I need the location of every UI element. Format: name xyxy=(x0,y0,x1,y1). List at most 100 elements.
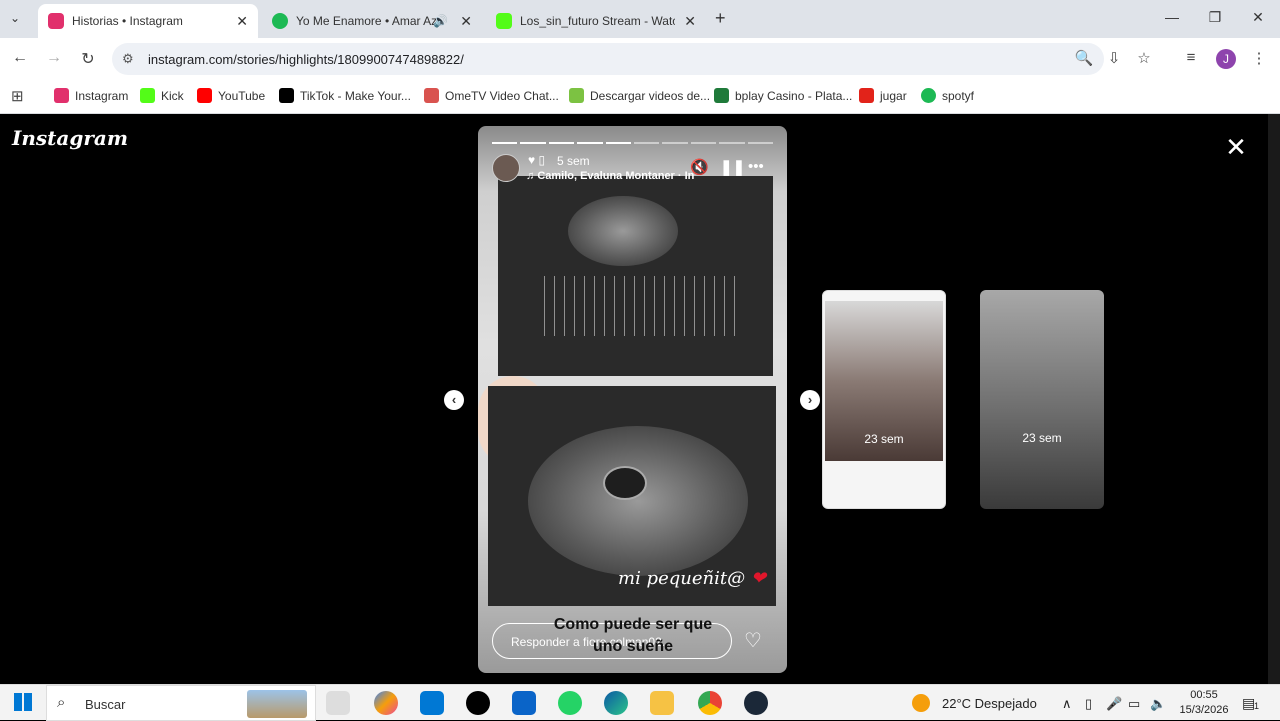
bookmark-label: OmeTV Video Chat... xyxy=(445,88,559,103)
bookmark-kick[interactable]: Kick xyxy=(140,88,184,103)
tab-title: Historias • Instagram xyxy=(72,14,183,28)
edge-icon[interactable] xyxy=(604,691,628,715)
story-card[interactable]: ♥ ▯ 5 sem ♫ Camilo, Evaluna Montaner · I… xyxy=(478,126,787,673)
jugar-icon xyxy=(859,88,874,103)
network-icon[interactable]: ▭ xyxy=(1128,696,1140,712)
spotify-icon xyxy=(921,88,936,103)
task-view-icon[interactable] xyxy=(326,691,350,715)
weather-icon[interactable] xyxy=(912,694,930,712)
like-heart-icon[interactable]: ♡ xyxy=(744,628,762,653)
mute-icon[interactable]: 🔇 xyxy=(690,158,709,176)
media-control-icon[interactable]: ≡ xyxy=(1181,49,1201,66)
instagram-icon xyxy=(54,88,69,103)
new-tab-icon[interactable]: + xyxy=(715,8,726,29)
progress-segment xyxy=(662,142,688,144)
instagram-logo[interactable]: Instagram xyxy=(12,126,128,150)
bookmark-jugar[interactable]: jugar xyxy=(859,88,907,103)
tab-search-icon[interactable]: ⌄ xyxy=(10,11,20,25)
next-story-preview-2[interactable]: 23 sem xyxy=(980,290,1104,509)
tiktok-taskbar-icon[interactable] xyxy=(466,691,490,715)
back-icon[interactable]: ← xyxy=(10,49,30,67)
story-caption: Como puede ser que uno sueñe xyxy=(518,614,748,658)
bookmark-descargar[interactable]: Descargar videos de... xyxy=(569,88,710,103)
progress-segment xyxy=(719,142,745,144)
bookmark-label: Descargar videos de... xyxy=(590,88,711,103)
tab-spotify[interactable]: Yo Me Enamore • Amar Azu 🔊 ✕ xyxy=(262,4,482,38)
bookmark-spotyf[interactable]: spotyf xyxy=(921,88,974,103)
reload-icon[interactable]: ↻ xyxy=(78,49,98,69)
youtube-icon xyxy=(197,88,212,103)
tab-instagram[interactable]: Historias • Instagram ✕ xyxy=(38,4,258,38)
start-windows-icon[interactable] xyxy=(14,693,32,711)
microphone-icon[interactable]: 🎤 xyxy=(1106,696,1122,712)
progress-segment xyxy=(520,142,546,144)
ometv-icon xyxy=(424,88,439,103)
minimize-icon[interactable]: — xyxy=(1162,9,1182,25)
bookmark-ometv[interactable]: OmeTV Video Chat... xyxy=(424,88,559,103)
bookmark-star-icon[interactable]: ☆ xyxy=(1134,49,1154,67)
weather-text[interactable]: 22°C Despejado xyxy=(942,696,1037,711)
close-story-button[interactable]: ✕ xyxy=(1224,132,1248,163)
progress-segment xyxy=(492,142,518,144)
apps-grid-icon[interactable]: ⊞ xyxy=(11,87,24,105)
bookmark-label: TikTok - Make Your... xyxy=(300,88,411,103)
close-tab-icon[interactable]: ✕ xyxy=(684,13,696,30)
bookmark-instagram[interactable]: Instagram xyxy=(54,88,128,103)
taskbar-search-box[interactable]: ⌕ Buscar xyxy=(46,685,316,721)
overlay-label: mi pequeñit@ xyxy=(618,568,746,589)
steam-icon[interactable] xyxy=(744,691,768,715)
preview-label: 23 sem xyxy=(864,432,904,446)
site-info-icon[interactable]: ⚙ xyxy=(122,51,134,67)
url-text: instagram.com/stories/highlights/1809900… xyxy=(148,52,464,67)
chrome-icon[interactable] xyxy=(698,691,722,715)
menu-icon[interactable]: ⋮ xyxy=(1249,49,1269,67)
scrollbar[interactable] xyxy=(1268,114,1280,684)
windows-taskbar: ⌕ Buscar 22°C Despejado ∧ ▯ 🎤 ▭ 🔈 00:55 … xyxy=(0,684,1280,721)
ultrasound-image-top xyxy=(498,176,773,376)
profile-avatar[interactable]: J xyxy=(1216,49,1236,69)
search-placeholder: Buscar xyxy=(85,697,126,712)
close-tab-icon[interactable]: ✕ xyxy=(236,13,248,30)
notification-count: 1 xyxy=(1254,701,1260,711)
restore-icon[interactable]: ❐ xyxy=(1205,9,1225,26)
bookmark-label: YouTube xyxy=(218,88,266,103)
next-story-button[interactable]: › xyxy=(800,390,820,410)
story-time: 5 sem xyxy=(557,154,590,168)
bookmark-bplay[interactable]: bplay Casino - Plata... xyxy=(714,88,852,103)
story-music[interactable]: ♫ Camilo, Evaluna Montaner · In xyxy=(526,170,694,182)
tab-kick[interactable]: Los_sin_futuro Stream - Watch ✕ xyxy=(486,4,706,38)
address-toolbar: ← → ↻ ⚙ instagram.com/stories/highlights… xyxy=(0,38,1280,80)
progress-segment xyxy=(634,142,660,144)
tiktok-icon xyxy=(279,88,294,103)
bookmark-label: Kick xyxy=(161,88,184,103)
copilot-icon[interactable] xyxy=(374,691,398,715)
close-tab-icon[interactable]: ✕ xyxy=(460,13,472,30)
tab-bar: ⌄ Historias • Instagram ✕ Yo Me Enamore … xyxy=(0,0,1280,38)
bookmark-youtube[interactable]: YouTube xyxy=(197,88,265,103)
tray-app-icon[interactable]: ▯ xyxy=(1085,696,1092,712)
whatsapp-icon[interactable] xyxy=(558,691,582,715)
forward-icon[interactable]: → xyxy=(44,49,64,67)
previous-story-button[interactable]: ‹ xyxy=(444,390,464,410)
next-story-preview-1[interactable]: 23 sem xyxy=(822,290,946,509)
outlook-icon[interactable] xyxy=(512,691,536,715)
bookmark-tiktok[interactable]: TikTok - Make Your... xyxy=(279,88,411,103)
tray-chevron-icon[interactable]: ∧ xyxy=(1062,696,1072,712)
file-explorer-icon[interactable] xyxy=(650,691,674,715)
pause-icon[interactable]: ❚❚ xyxy=(720,158,745,176)
install-app-icon[interactable]: ⇩ xyxy=(1104,49,1124,67)
progress-segment xyxy=(577,142,603,144)
search-highlight-image xyxy=(247,690,307,718)
store-icon[interactable] xyxy=(420,691,444,715)
story-author-avatar[interactable] xyxy=(492,154,520,182)
speaker-icon[interactable]: 🔊 xyxy=(433,14,448,28)
more-options-icon[interactable]: ••• xyxy=(748,158,764,175)
volume-icon[interactable]: 🔈 xyxy=(1150,696,1166,712)
address-bar[interactable]: ⚙ instagram.com/stories/highlights/18099… xyxy=(112,43,1104,75)
close-window-icon[interactable]: ✕ xyxy=(1248,9,1268,26)
download-icon xyxy=(569,88,584,103)
clock[interactable]: 00:55 15/3/2026 xyxy=(1172,688,1236,718)
caption-line-2: uno sueñe xyxy=(592,638,673,655)
zoom-icon[interactable]: 🔍 xyxy=(1074,49,1094,67)
story-overlay-text: mi pequeñit@ ❤ xyxy=(618,568,766,589)
